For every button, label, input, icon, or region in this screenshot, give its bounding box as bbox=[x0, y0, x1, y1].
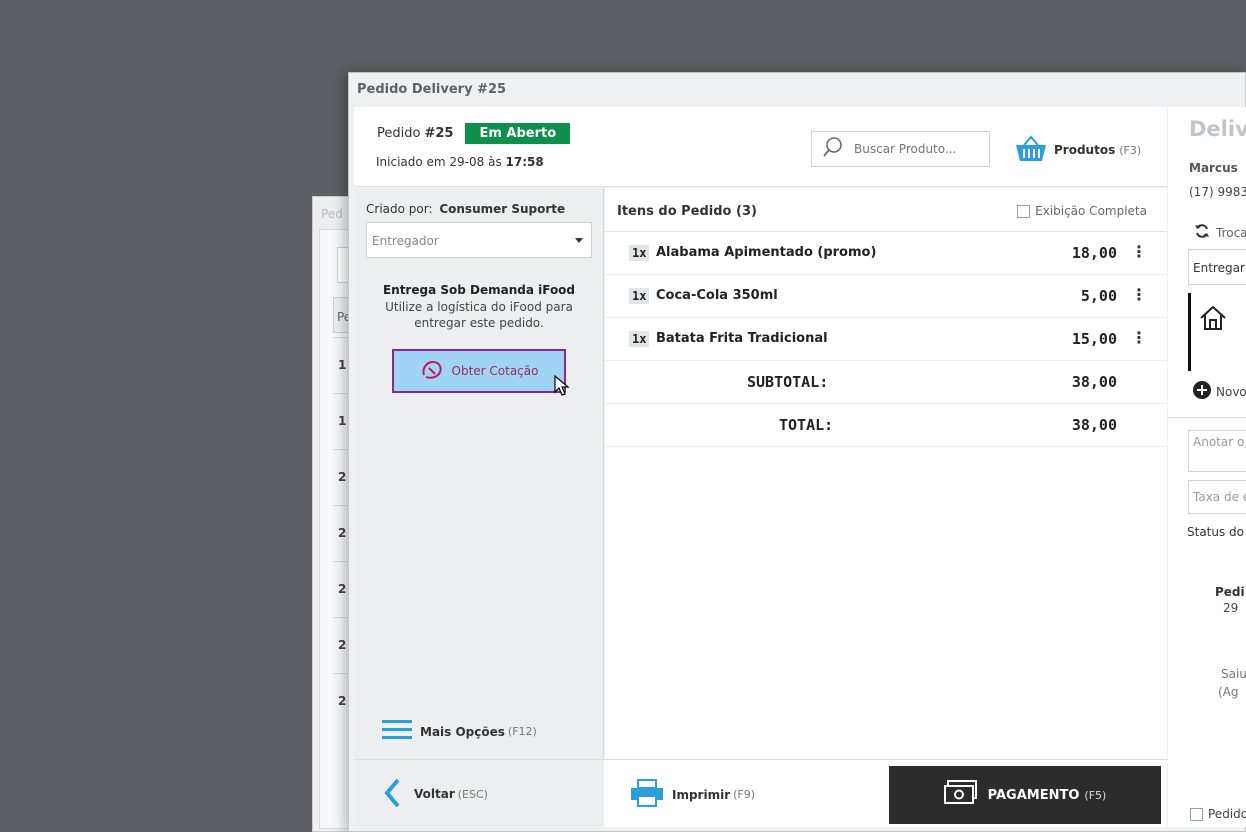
product-search[interactable] bbox=[811, 131, 990, 167]
mais-opcoes-button[interactable]: Mais Opções (F12) bbox=[382, 718, 537, 745]
mais-opcoes-hotkey: (F12) bbox=[507, 725, 537, 738]
voltar-hotkey: (ESC) bbox=[457, 787, 488, 801]
produtos-button[interactable]: Produtos (F3) bbox=[1014, 133, 1141, 167]
list-item[interactable]: 1x Batata Frita Tradicional 15,00 ⋮ bbox=[605, 318, 1167, 361]
chevron-down-icon bbox=[575, 238, 583, 243]
started-time: 17:58 bbox=[505, 155, 544, 169]
list-item[interactable]: 1x Alabama Apimentado (promo) 18,00 ⋮ bbox=[605, 232, 1167, 275]
produtos-label: Produtos bbox=[1054, 143, 1116, 157]
delivery-panel: Delive Marcus (17) 9983 Troca Entregar N… bbox=[1168, 107, 1246, 827]
order-number: #25 bbox=[424, 126, 454, 141]
timeline-saiu-label: Saiu bbox=[1221, 667, 1246, 681]
obter-cotacao-label: Obter Cotação bbox=[451, 364, 539, 378]
subtotal-row: SUBTOTAL: 38,00 bbox=[605, 361, 1167, 404]
item-qty: 1x bbox=[629, 288, 650, 304]
trocar-button[interactable]: Troca bbox=[1194, 223, 1246, 242]
list-item[interactable]: 1x Coca-Cola 350ml 5,00 ⋮ bbox=[605, 275, 1167, 318]
more-vertical-icon[interactable]: ⋮ bbox=[1131, 242, 1147, 261]
mouse-cursor-icon bbox=[554, 374, 570, 401]
pagamento-label: PAGAMENTO bbox=[987, 787, 1080, 803]
voltar-label: Voltar bbox=[414, 787, 455, 801]
item-name: Batata Frita Tradicional bbox=[656, 331, 828, 346]
produtos-hotkey: (F3) bbox=[1119, 143, 1142, 157]
search-input[interactable] bbox=[854, 142, 984, 156]
delivery-type-select[interactable]: Entregar bbox=[1188, 249, 1246, 285]
order-id-line: Pedido #25 Em Aberto bbox=[377, 123, 571, 144]
ifood-logo-icon bbox=[420, 359, 444, 384]
delivery-title: Delive bbox=[1189, 117, 1246, 141]
ifood-title: Entrega Sob Demanda iFood bbox=[382, 283, 576, 297]
more-vertical-icon[interactable]: ⋮ bbox=[1131, 285, 1147, 304]
imprimir-button[interactable]: Imprimir (F9) bbox=[630, 778, 755, 811]
voltar-button[interactable]: Voltar (ESC) bbox=[354, 760, 604, 828]
refresh-icon bbox=[1194, 223, 1210, 242]
printer-icon bbox=[630, 778, 664, 811]
chevron-left-icon bbox=[384, 778, 400, 811]
created-by-label: Criado por: bbox=[366, 202, 433, 216]
search-icon bbox=[822, 136, 844, 162]
customer-phone: (17) 9983 bbox=[1189, 185, 1246, 199]
hamburger-icon bbox=[382, 718, 412, 745]
ifood-description: Utilize a logística do iFood para entreg… bbox=[385, 300, 573, 330]
total-label: TOTAL: bbox=[779, 416, 834, 434]
order-footer: Voltar (ESC) Imprimir (F9) PAGAMENTO (F5… bbox=[354, 759, 1167, 828]
entregador-placeholder: Entregador bbox=[372, 234, 439, 248]
timeline-pedido-date: 29 bbox=[1223, 601, 1239, 615]
created-by-value: Consumer Suporte bbox=[439, 202, 566, 216]
item-name: Alabama Apimentado (promo) bbox=[656, 245, 877, 260]
left-options-panel: Criado por: Consumer Suporte Entregador … bbox=[354, 188, 604, 759]
subtotal-label: SUBTOTAL: bbox=[747, 373, 829, 391]
exibicao-label: Exibição Completa bbox=[1035, 204, 1147, 218]
pagamento-button[interactable]: PAGAMENTO (F5) bbox=[889, 766, 1161, 824]
subtotal-value: 38,00 bbox=[1071, 373, 1117, 391]
troca-label: Troca bbox=[1216, 225, 1246, 240]
anotar-field[interactable]: Anotar o bbox=[1188, 430, 1246, 472]
pagamento-hotkey: (F5) bbox=[1084, 788, 1107, 802]
imprimir-hotkey: (F9) bbox=[733, 788, 756, 801]
status-label: Status do bbox=[1187, 525, 1245, 539]
novo-endereco-button[interactable]: Novo bbox=[1193, 381, 1246, 402]
entregador-select[interactable]: Entregador bbox=[366, 222, 592, 258]
address-selected-bar bbox=[1188, 293, 1191, 371]
pedido-window: Pedido Delivery #25 Pedido #25 Em Aberto… bbox=[348, 72, 1246, 832]
obter-cotacao-button[interactable]: Obter Cotação bbox=[392, 349, 566, 393]
item-price: 18,00 bbox=[1071, 244, 1117, 262]
items-header: Itens do Pedido (3) Exibição Completa bbox=[605, 188, 1167, 232]
order-started: Iniciado em 29-08 às 17:58 bbox=[376, 155, 544, 169]
window-title: Pedido Delivery #25 bbox=[357, 82, 507, 97]
basket-icon bbox=[1014, 134, 1048, 167]
novo-label: Novo bbox=[1216, 384, 1246, 399]
plus-circle-icon bbox=[1193, 381, 1211, 402]
item-name: Coca-Cola 350ml bbox=[656, 288, 778, 303]
order-label: Pedido bbox=[377, 126, 421, 141]
exibicao-completa-toggle[interactable]: Exibição Completa bbox=[1017, 204, 1147, 218]
items-title: Itens do Pedido (3) bbox=[617, 204, 757, 219]
pedido-checkbox-row[interactable]: Pedido bbox=[1190, 807, 1246, 821]
timeline-saiu-status: (Ag bbox=[1218, 685, 1239, 699]
pedido-checkbox-label: Pedido bbox=[1208, 807, 1246, 821]
item-price: 15,00 bbox=[1071, 330, 1117, 348]
order-header: Pedido #25 Em Aberto Iniciado em 29-08 à… bbox=[354, 107, 1167, 187]
more-vertical-icon[interactable]: ⋮ bbox=[1131, 328, 1147, 347]
divider bbox=[1168, 417, 1246, 418]
created-by: Criado por: Consumer Suporte bbox=[366, 202, 565, 216]
money-icon bbox=[943, 780, 978, 810]
exibicao-checkbox[interactable] bbox=[1017, 204, 1031, 218]
mais-opcoes-label: Mais Opções bbox=[420, 724, 505, 739]
total-row: TOTAL: 38,00 bbox=[605, 404, 1167, 447]
item-qty: 1x bbox=[629, 331, 650, 347]
total-value: 38,00 bbox=[1071, 416, 1117, 434]
background-window-title: Ped bbox=[321, 207, 343, 221]
pedido-checkbox[interactable] bbox=[1190, 807, 1203, 821]
timeline-pedido-label: Pedi bbox=[1215, 585, 1245, 599]
started-label: Iniciado em 29-08 às bbox=[376, 155, 502, 169]
home-icon bbox=[1199, 305, 1227, 335]
order-items-panel: Itens do Pedido (3) Exibição Completa 1x… bbox=[605, 188, 1167, 759]
imprimir-label: Imprimir bbox=[672, 787, 731, 802]
taxa-field[interactable]: Taxa de e bbox=[1188, 480, 1246, 514]
status-badge: Em Aberto bbox=[465, 123, 571, 144]
item-qty: 1x bbox=[629, 245, 650, 261]
customer-name: Marcus bbox=[1189, 161, 1238, 175]
item-price: 5,00 bbox=[1080, 287, 1117, 305]
